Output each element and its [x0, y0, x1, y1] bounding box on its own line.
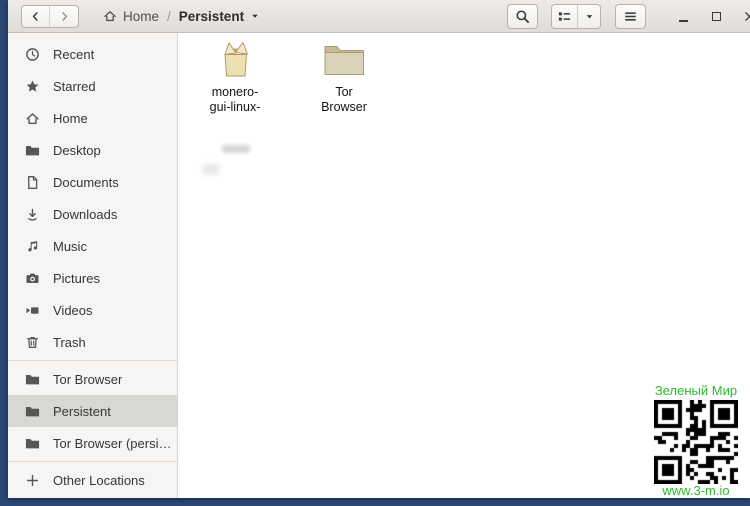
sidebar-item-trash[interactable]: Trash [8, 326, 177, 358]
folder-icon [25, 436, 40, 451]
sidebar-item-pictures[interactable]: Pictures [8, 262, 177, 294]
sidebar-item-label: Pictures [53, 271, 100, 286]
qr-code [654, 400, 738, 484]
folder-icon [25, 404, 40, 419]
document-icon [25, 175, 40, 190]
sidebar-item-label: Tor Browser [53, 372, 122, 387]
sidebar-item-downloads[interactable]: Downloads [8, 198, 177, 230]
minimize-button[interactable] [673, 5, 693, 27]
sidebar-item-tor-browser[interactable]: Tor Browser [8, 363, 177, 395]
close-button[interactable] [739, 5, 750, 27]
redacted-filename-blur [222, 145, 250, 153]
search-icon [515, 9, 530, 24]
file-manager-window: Home / Persistent [8, 0, 750, 498]
plus-icon [25, 473, 40, 488]
menu-button[interactable] [615, 4, 646, 29]
chevron-down-icon [250, 11, 260, 21]
maximize-button[interactable] [706, 5, 726, 27]
archive-icon [213, 38, 257, 82]
window-controls [660, 5, 750, 27]
search-button[interactable] [507, 4, 538, 29]
breadcrumb-current-label: Persistent [179, 9, 244, 24]
folder-icon [322, 38, 366, 82]
sidebar-item-music[interactable]: Music [8, 230, 177, 262]
chevron-right-icon [58, 10, 71, 23]
sidebar-item-label: Recent [53, 47, 94, 62]
breadcrumb-current[interactable]: Persistent [179, 9, 260, 24]
folder-icon [25, 143, 40, 158]
star-icon [25, 79, 40, 94]
sidebar-separator [8, 360, 177, 361]
sidebar-item-recent[interactable]: Recent [8, 38, 177, 70]
download-icon [25, 207, 40, 222]
sidebar-item-desktop[interactable]: Desktop [8, 134, 177, 166]
sidebar-item-label: Documents [53, 175, 119, 190]
list-view-icon [557, 9, 572, 24]
home-icon [103, 9, 117, 23]
breadcrumb-home[interactable]: Home [103, 9, 159, 24]
watermark-url: www.3-m.io [647, 484, 745, 498]
close-icon [743, 10, 750, 23]
sidebar-item-label: Videos [53, 303, 93, 318]
file-name: Tor Browser [321, 85, 367, 114]
home-icon [25, 111, 40, 126]
file-list-area[interactable]: monero- gui-linux- Tor Browser Зеленый М… [178, 33, 750, 498]
file-item-tor-browser-folder[interactable]: Tor Browser [298, 38, 390, 114]
toolbar-actions [507, 4, 750, 29]
sidebar-item-label: Starred [53, 79, 96, 94]
places-sidebar: Recent Starred Home Desktop Documents Do… [8, 33, 178, 498]
sidebar-item-other-locations[interactable]: Other Locations [8, 464, 177, 496]
chevron-down-icon [584, 11, 595, 22]
sidebar-item-documents[interactable]: Documents [8, 166, 177, 198]
sidebar-item-label: Other Locations [53, 473, 145, 488]
sidebar-item-tor-browser-persistent[interactable]: Tor Browser (persi… [8, 427, 177, 459]
sidebar-item-videos[interactable]: Videos [8, 294, 177, 326]
sidebar-item-label: Persistent [53, 404, 111, 419]
back-button[interactable] [22, 6, 50, 27]
watermark: Зеленый Мир www.3-m.io [647, 383, 745, 498]
sidebar-separator [8, 461, 177, 462]
view-options-dropdown[interactable] [577, 4, 601, 29]
minimize-icon [679, 20, 688, 22]
sidebar-item-starred[interactable]: Starred [8, 70, 177, 102]
sidebar-item-home[interactable]: Home [8, 102, 177, 134]
sidebar-item-label: Downloads [53, 207, 117, 222]
sidebar-item-label: Home [53, 111, 88, 126]
breadcrumb-home-label: Home [123, 9, 159, 24]
redacted-filename-blur [203, 164, 219, 175]
sidebar-item-label: Tor Browser (persi… [53, 436, 171, 451]
file-item-monero-archive[interactable]: monero- gui-linux- [189, 38, 281, 114]
file-name: monero- gui-linux- [210, 85, 261, 114]
list-view-button[interactable] [551, 4, 578, 29]
video-camera-icon [25, 303, 40, 318]
hamburger-menu-icon [623, 9, 638, 24]
window-content: Recent Starred Home Desktop Documents Do… [8, 33, 750, 498]
chevron-left-icon [29, 10, 42, 23]
sidebar-item-label: Trash [53, 335, 86, 350]
nav-buttons [21, 5, 79, 28]
music-note-icon [25, 239, 40, 254]
header-bar: Home / Persistent [8, 0, 750, 33]
view-toggle-group [551, 4, 601, 29]
camera-icon [25, 271, 40, 286]
sidebar-item-label: Desktop [53, 143, 101, 158]
forward-button[interactable] [50, 6, 78, 27]
breadcrumb: Home / Persistent [103, 9, 260, 24]
watermark-title: Зеленый Мир [647, 383, 745, 399]
breadcrumb-separator: / [167, 9, 171, 24]
folder-icon [25, 372, 40, 387]
trash-icon [25, 335, 40, 350]
maximize-icon [712, 12, 721, 21]
sidebar-item-persistent[interactable]: Persistent [8, 395, 177, 427]
sidebar-item-label: Music [53, 239, 87, 254]
clock-icon [25, 47, 40, 62]
